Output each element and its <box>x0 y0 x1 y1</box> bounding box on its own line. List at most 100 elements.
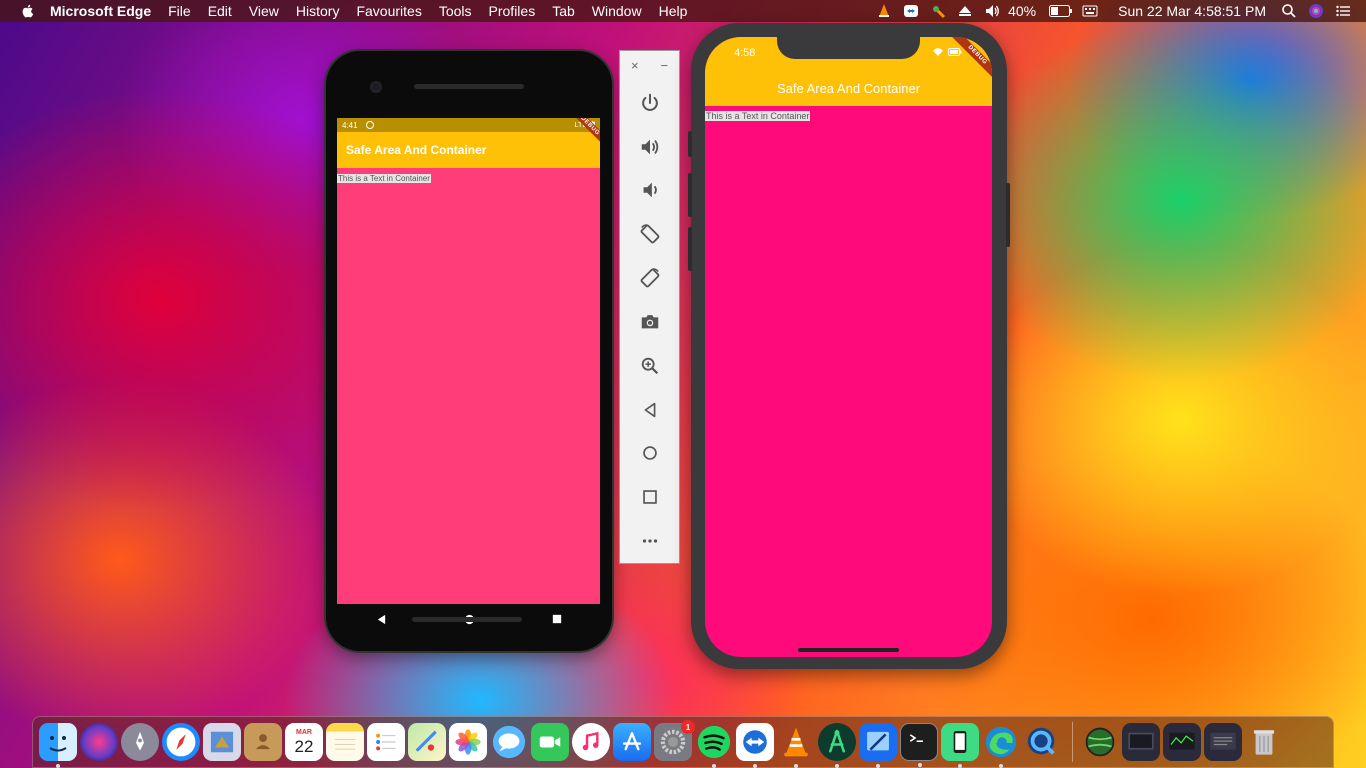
calendar-day: 22 <box>294 737 314 756</box>
menu-tools[interactable]: Tools <box>439 3 472 19</box>
trash-icon[interactable] <box>1245 723 1283 761</box>
rotate-left-icon <box>640 224 659 244</box>
launchpad-icon[interactable] <box>121 723 159 761</box>
iphone-screen[interactable]: 4:58 Safe Area And Container DEBUG This … <box>705 37 992 657</box>
utility-tray-icon[interactable] <box>927 2 949 20</box>
reminders-icon[interactable] <box>367 723 405 761</box>
xcode-icon[interactable] <box>859 723 897 768</box>
menu-window[interactable]: Window <box>592 3 642 19</box>
calendar-icon[interactable]: MAR 22 <box>285 723 323 761</box>
globe-download-icon[interactable] <box>1081 723 1119 761</box>
notification-center-icon[interactable] <box>1332 2 1354 20</box>
menu-bar: Microsoft Edge File Edit View History Fa… <box>0 0 1366 22</box>
keyboard-input-icon[interactable] <box>1079 2 1101 20</box>
apple-menu-icon[interactable] <box>20 3 36 19</box>
menu-view[interactable]: View <box>249 3 279 19</box>
screen-sharing-icon[interactable] <box>1122 723 1160 761</box>
battery-percentage: 40% <box>1008 3 1037 19</box>
teamviewer-tray-icon[interactable] <box>900 2 922 20</box>
overview-button[interactable] <box>628 475 672 519</box>
downloads-folder-icon[interactable] <box>1204 723 1242 761</box>
rotate-right-icon <box>640 268 659 288</box>
simulator-icon[interactable] <box>941 723 979 768</box>
app-store-icon[interactable] <box>613 723 651 761</box>
recents-nav-icon[interactable] <box>552 614 562 624</box>
rotate-right-button[interactable] <box>628 256 672 300</box>
notes-icon[interactable] <box>326 723 364 761</box>
side-button-left-1 <box>688 131 692 157</box>
volume-up-icon <box>641 139 658 154</box>
menu-app-name[interactable]: Microsoft Edge <box>50 3 151 19</box>
system-preferences-badge: 1 <box>681 720 695 734</box>
calendar-month: MAR <box>296 729 312 736</box>
finder-icon[interactable] <box>39 723 77 768</box>
system-preferences-icon[interactable]: 1 <box>654 720 695 761</box>
android-studio-icon[interactable] <box>818 723 856 768</box>
power-icon <box>641 93 658 111</box>
more-button[interactable] <box>628 519 672 563</box>
menu-profiles[interactable]: Profiles <box>489 3 536 19</box>
menu-tab[interactable]: Tab <box>552 3 575 19</box>
dock: MAR 22 1 <box>32 716 1334 768</box>
home-indicator[interactable] <box>798 648 899 652</box>
messages-icon[interactable] <box>490 723 528 761</box>
emulator-close-button[interactable]: × <box>631 58 639 73</box>
more-icon <box>642 539 657 543</box>
terminal-icon[interactable] <box>900 723 938 767</box>
menu-file[interactable]: File <box>168 3 191 19</box>
back-button[interactable] <box>628 388 672 432</box>
siri-app-icon[interactable] <box>80 723 118 761</box>
eject-icon[interactable] <box>954 2 976 20</box>
menu-history[interactable]: History <box>296 3 340 19</box>
itunes-icon[interactable] <box>572 723 610 761</box>
side-button-left-2 <box>688 173 692 217</box>
emulator-minimize-button[interactable]: − <box>660 58 668 73</box>
iphone-app-bar: 4:58 Safe Area And Container DEBUG <box>705 37 992 106</box>
menu-favourites[interactable]: Favourites <box>356 3 421 19</box>
rotate-left-button[interactable] <box>628 212 672 256</box>
menu-edit[interactable]: Edit <box>208 3 232 19</box>
contacts-icon[interactable] <box>244 723 282 761</box>
siri-icon[interactable] <box>1305 2 1327 20</box>
android-container-text: This is a Text in Container <box>337 174 431 183</box>
power-button[interactable] <box>628 81 672 125</box>
activity-monitor-icon[interactable] <box>1163 723 1201 761</box>
side-button-left-3 <box>688 227 692 271</box>
iphone-notch <box>777 37 920 59</box>
back-nav-icon[interactable] <box>376 614 387 625</box>
volume-down-icon <box>643 183 657 198</box>
spotify-icon[interactable] <box>695 723 733 768</box>
volume-down-button[interactable] <box>628 169 672 213</box>
photos-icon[interactable] <box>449 723 487 761</box>
battery-icon[interactable] <box>1048 2 1074 20</box>
maps-icon[interactable] <box>408 723 446 761</box>
menu-help[interactable]: Help <box>659 3 688 19</box>
home-button[interactable] <box>628 432 672 476</box>
android-screen[interactable]: 4:41 LTE Safe Area And Container DEBUG T… <box>337 118 600 604</box>
side-button-right <box>1006 183 1010 247</box>
microsoft-edge-icon[interactable] <box>982 723 1020 768</box>
clock[interactable]: Sun 22 Mar 4:58:51 PM <box>1118 3 1266 19</box>
zoom-button[interactable] <box>628 344 672 388</box>
volume-tray-icon[interactable] <box>981 2 1003 20</box>
iphone-status-time: 4:58 <box>734 47 756 59</box>
iphone-debug-banner: DEBUG <box>950 37 992 83</box>
screenshot-button[interactable] <box>628 300 672 344</box>
vlc-icon[interactable] <box>777 723 815 768</box>
dock-separator <box>1072 722 1073 762</box>
teamviewer-icon[interactable] <box>736 723 774 768</box>
spotlight-search-icon[interactable] <box>1278 2 1300 20</box>
facetime-icon[interactable] <box>531 723 569 761</box>
android-emulator: 4:41 LTE Safe Area And Container DEBUG T… <box>326 51 612 651</box>
emulator-toolbar: × − <box>619 50 680 564</box>
android-status-time: 4:41 <box>342 120 358 130</box>
bottom-speaker <box>412 617 522 622</box>
mail-stamp-icon[interactable] <box>203 723 241 761</box>
quicktime-icon[interactable] <box>1023 723 1061 761</box>
vlc-tray-icon[interactable] <box>873 2 895 20</box>
android-status-bar: 4:41 LTE <box>337 118 600 132</box>
iphone-container-text: This is a Text in Container <box>705 111 811 121</box>
volume-up-button[interactable] <box>628 125 672 169</box>
safari-icon[interactable] <box>162 723 200 761</box>
back-icon <box>644 402 655 417</box>
